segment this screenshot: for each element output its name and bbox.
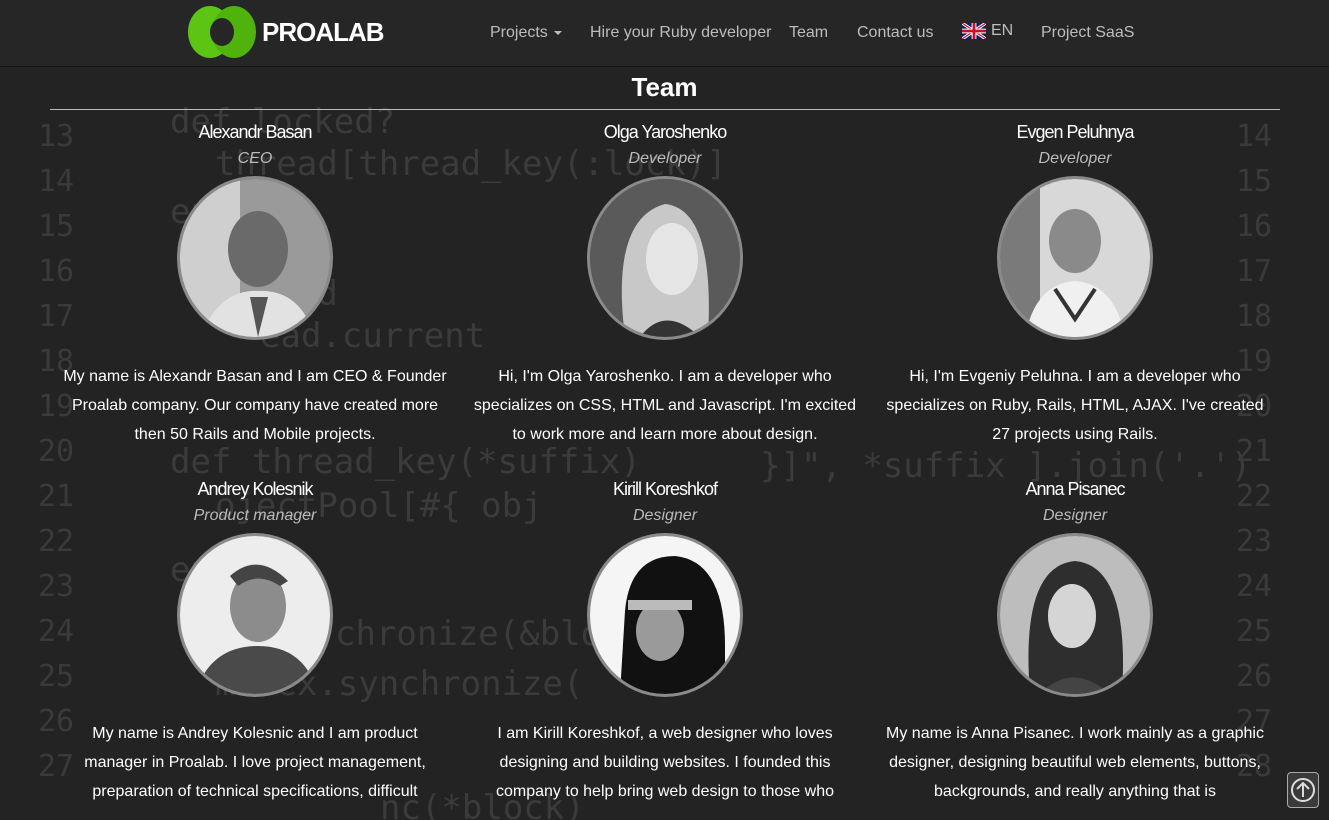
team-section: Team Alexandr Basan CEO My name is Alexa…	[0, 66, 1329, 820]
member-photo	[177, 176, 333, 340]
nav-team[interactable]: Team	[789, 24, 828, 42]
member-bio: Hi, I'm Evgeniy Peluhna. I am a develope…	[886, 368, 1264, 443]
member-role: Product manager	[193, 507, 317, 524]
nav-contact-us[interactable]: Contact us	[857, 24, 933, 42]
member-role: Designer	[1042, 507, 1108, 524]
member-photo	[177, 533, 333, 697]
language-selector[interactable]: EN	[962, 22, 1013, 40]
brand-name: PROALAB	[262, 16, 385, 47]
nav-hire-ruby-developer[interactable]: Hire your Ruby developer	[590, 24, 771, 42]
member-name: Evgen Peluhnya	[1016, 122, 1134, 142]
member-photo	[587, 176, 743, 340]
brand-logo[interactable]: PROALAB	[188, 4, 385, 60]
member-name: Kirill Koreshkof	[612, 479, 718, 499]
member-photo	[997, 176, 1153, 340]
member-name: Alexandr Basan	[198, 122, 312, 142]
team-member-card: Andrey Kolesnik Product manager My name …	[50, 479, 460, 806]
member-role: Designer	[632, 507, 698, 524]
member-bio: My name is Anna Pisanec. I work mainly a…	[886, 725, 1264, 800]
member-bio: My name is Andrey Kolesnic and I am prod…	[84, 725, 426, 800]
title-divider	[50, 109, 1280, 110]
team-member-card: Kirill Koreshkof Designer I am Kirill Ko…	[460, 479, 870, 806]
proalab-logo-icon	[188, 4, 258, 60]
member-bio: I am Kirill Koreshkof, a web designer wh…	[496, 725, 834, 800]
member-role: Developer	[1038, 150, 1112, 167]
member-photo	[997, 533, 1153, 697]
member-name: Andrey Kolesnik	[197, 479, 313, 499]
member-bio: Hi, I'm Olga Yaroshenko. I am a develope…	[473, 368, 857, 443]
page-title: Team	[631, 72, 698, 102]
member-role: Developer	[628, 150, 702, 167]
team-member-card: Olga Yaroshenko Developer Hi, I'm Olga Y…	[460, 122, 870, 449]
member-photo	[587, 533, 743, 697]
caret-down-icon	[553, 30, 562, 35]
nav-project-saas[interactable]: Project SaaS	[1041, 24, 1134, 42]
team-member-card: Alexandr Basan CEO My name is Alexandr B…	[50, 122, 460, 449]
team-member-card: Evgen Peluhnya Developer Hi, I'm Evgeniy…	[870, 122, 1280, 449]
member-name: Anna Pisanec	[1025, 479, 1125, 499]
arrow-up-circle-icon	[1291, 778, 1315, 802]
member-role: CEO	[237, 150, 273, 167]
top-navbar: PROALAB Projects Hire your Ruby develope…	[0, 0, 1329, 67]
uk-flag-icon	[962, 22, 986, 39]
team-member-card: Anna Pisanec Designer My name is Anna Pi…	[870, 479, 1280, 806]
member-name: Olga Yaroshenko	[603, 122, 727, 142]
scroll-to-top-button[interactable]	[1287, 772, 1319, 808]
member-bio: My name is Alexandr Basan and I am CEO &…	[63, 368, 447, 443]
nav-projects-dropdown[interactable]: Projects	[490, 24, 562, 42]
